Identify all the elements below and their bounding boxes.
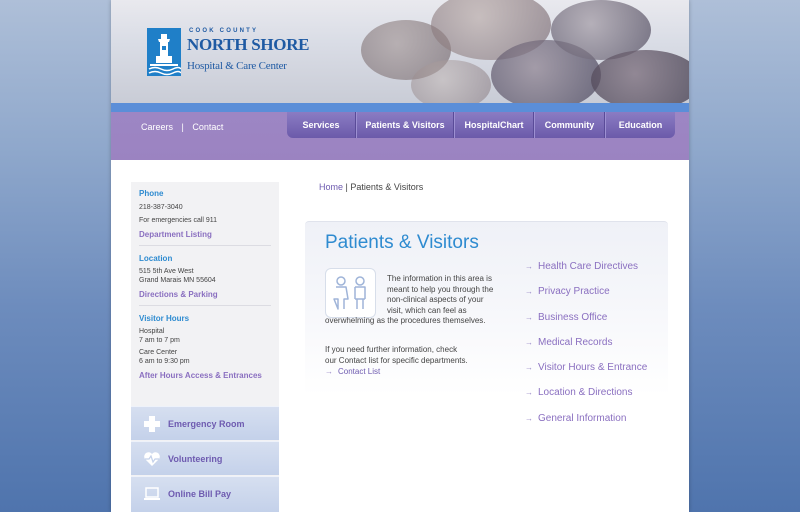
link-label: Medical Records — [538, 336, 613, 348]
link-health-care-directives[interactable]: → Health Care Directives — [525, 261, 647, 286]
nav-services[interactable]: Services — [287, 112, 356, 138]
online-bill-pay-label: Online Bill Pay — [168, 489, 232, 499]
volunteering-label: Volunteering — [168, 454, 223, 464]
phone-number: 218-387-3040 — [139, 204, 183, 211]
logo-name: NORTH SHORE — [187, 35, 310, 54]
link-privacy-practice[interactable]: → Privacy Practice — [525, 286, 647, 311]
care-center-label: Care Center — [139, 349, 178, 356]
intro-line: meant to help you through the — [387, 284, 494, 294]
arrow-icon: → — [325, 367, 333, 376]
after-hours-link[interactable]: After Hours Access & Entrances — [139, 371, 271, 380]
link-medical-records[interactable]: → Medical Records — [525, 337, 647, 362]
care-center-hours: 6 am to 9:30 pm — [139, 358, 190, 365]
page-title: Patients & Visitors — [325, 232, 479, 253]
logo-county: COOK COUNTY — [189, 28, 259, 34]
further-line: If you need further information, check — [325, 345, 458, 354]
intro-line: overwhelming as the procedures themselve… — [325, 316, 486, 325]
intro-text: The information in this area is meant to… — [325, 274, 505, 327]
phone-title: Phone — [139, 189, 164, 198]
arrow-icon: → — [525, 287, 533, 297]
content-panel: Patients & Visitors The information in t… — [305, 221, 668, 512]
breadcrumb: Home | Patients & Visitors — [319, 182, 423, 192]
hospital-label: Hospital — [139, 328, 165, 335]
directions-parking-link[interactable]: Directions & Parking — [139, 290, 271, 299]
arrow-icon: → — [525, 337, 533, 347]
main-nav: Services Patients & Visitors HospitalCha… — [287, 112, 675, 138]
emergency-note: For emergencies call 911 — [139, 217, 218, 224]
further-info-text: If you need further information, check o… — [325, 344, 495, 366]
intro-line: non-clinical aspects of your — [387, 295, 484, 304]
contact-list-link[interactable]: → Contact List — [325, 367, 380, 376]
header-bar — [111, 103, 689, 112]
nav-band: Careers | Contact Services Patients & Vi… — [111, 112, 689, 160]
link-location-directions[interactable]: → Location & Directions — [525, 387, 647, 412]
arrow-icon: → — [525, 363, 533, 373]
contact-link[interactable]: Contact — [192, 122, 223, 132]
online-bill-pay-button[interactable]: Online Bill Pay — [131, 476, 279, 512]
link-label: Location & Directions — [538, 387, 633, 399]
breadcrumb-current: Patients & Visitors — [350, 182, 424, 192]
utility-separator: | — [181, 122, 184, 132]
page-container: COOK COUNTY NORTH SHORE Hospital & Care … — [111, 0, 689, 512]
nav-education[interactable]: Education — [605, 112, 675, 138]
arrow-icon: → — [525, 312, 533, 322]
link-label: Health Care Directives — [538, 261, 639, 272]
link-visitor-hours-entrance[interactable]: → Visitor Hours & Entrance — [525, 362, 647, 387]
address-line-2: Grand Marais MN 55604 — [139, 277, 216, 284]
link-label: Privacy Practice — [538, 286, 610, 298]
cross-icon — [144, 416, 160, 432]
address-line-1: 515 5th Ave West — [139, 268, 194, 275]
section-links: → Health Care Directives → Privacy Practic… — [525, 261, 647, 438]
heart-icon — [144, 452, 160, 466]
link-business-office[interactable]: → Business Office — [525, 312, 647, 337]
emergency-room-button[interactable]: Emergency Room — [131, 406, 279, 440]
link-general-information[interactable]: → General Information — [525, 413, 647, 438]
further-line: our Contact list for specific department… — [325, 356, 468, 365]
nav-hospitalchart[interactable]: HospitalChart — [454, 112, 534, 138]
nav-patients-visitors[interactable]: Patients & Visitors — [356, 112, 454, 138]
arrow-icon: → — [525, 413, 533, 423]
breadcrumb-separator: | — [345, 182, 348, 192]
sidebar: Phone 218-387-3040 For emergencies call … — [131, 182, 279, 512]
logo[interactable]: COOK COUNTY NORTH SHORE Hospital & Care … — [147, 28, 310, 78]
link-label: General Information — [538, 412, 627, 424]
link-label: Visitor Hours & Entrance — [538, 362, 648, 374]
hospital-hours: 7 am to 7 pm — [139, 337, 180, 344]
link-label: Business Office — [538, 311, 608, 323]
emergency-room-label: Emergency Room — [168, 419, 245, 429]
department-listing-link[interactable]: Department Listing — [139, 230, 271, 239]
arrow-icon: → — [525, 388, 533, 398]
utility-links: Careers | Contact — [141, 122, 223, 132]
contact-list-label: Contact List — [338, 367, 381, 376]
arrow-icon: → — [525, 262, 533, 271]
header-banner: COOK COUNTY NORTH SHORE Hospital & Care … — [111, 0, 689, 103]
intro-line: visit, which can feel as — [387, 305, 467, 315]
visitor-hours-title: Visitor Hours — [139, 314, 190, 323]
careers-link[interactable]: Careers — [141, 122, 173, 132]
logo-subtitle: Hospital & Care Center — [187, 60, 287, 72]
breadcrumb-home[interactable]: Home — [319, 182, 343, 192]
volunteering-button[interactable]: Volunteering — [131, 441, 279, 475]
location-title: Location — [139, 254, 173, 263]
intro-line: The information in this area is — [387, 274, 492, 283]
laptop-icon — [144, 487, 160, 500]
lighthouse-icon — [147, 28, 181, 76]
nav-community[interactable]: Community — [534, 112, 605, 138]
